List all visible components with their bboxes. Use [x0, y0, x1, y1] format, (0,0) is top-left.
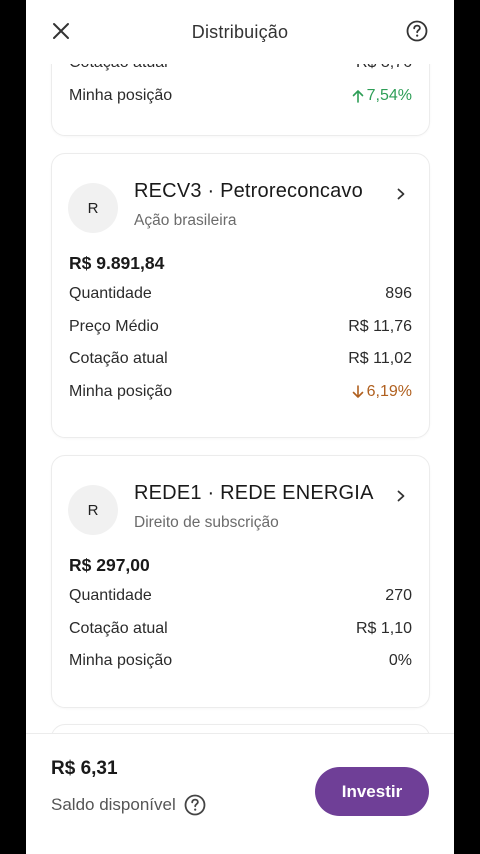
row-label: Minha posição [69, 652, 173, 670]
detail-row: Cotação atual R$ 11,02 [52, 343, 429, 376]
row-value: R$ 11,76 [348, 317, 412, 335]
detail-row: Minha posição 0% [52, 645, 429, 678]
asset-type: Ação brasileira [134, 212, 237, 229]
asset-total: R$ 9.891,84 [69, 253, 165, 273]
balance-label: Saldo disponível [51, 794, 206, 816]
asset-name: REDE1 · REDE ENERGIA [134, 482, 374, 504]
detail-row: Cotação atual R$ 1,10 [52, 613, 429, 646]
asset-type: Direito de subscrição [134, 514, 279, 531]
screen: Cotação atual R$ 8,76 Minha posição 7,54… [26, 0, 454, 854]
asset-header[interactable]: R REDE1 · REDE ENERGIA Direito de subscr… [52, 456, 429, 535]
row-label: Minha posição [69, 382, 173, 400]
detail-row: Minha posição 7,54% [52, 80, 429, 113]
detail-row: Minha posição 6,19% [52, 376, 429, 409]
balance-amount: R$ 6,31 [51, 758, 118, 779]
detail-row: Preço Médio R$ 11,76 [52, 311, 429, 344]
arrow-up-icon [352, 89, 363, 103]
avatar: R [68, 485, 118, 535]
detail-row: Quantidade 896 [52, 278, 429, 311]
position-text: 6,19% [366, 382, 412, 400]
row-value: R$ 1,10 [355, 619, 412, 637]
row-value: R$ 11,02 [348, 350, 412, 368]
row-value: 270 [385, 587, 412, 605]
scroll-content[interactable]: Cotação atual R$ 8,76 Minha posição 7,54… [26, 0, 454, 854]
invest-button[interactable]: Investir [315, 767, 429, 816]
position-text: 7,54% [366, 86, 412, 104]
chevron-right-icon[interactable] [395, 490, 407, 502]
position-value: 6,19% [352, 383, 412, 401]
help-icon[interactable] [406, 20, 428, 42]
detail-row: Quantidade 270 [52, 580, 429, 613]
page-title: Distribuição [191, 21, 289, 42]
close-icon[interactable] [50, 20, 72, 42]
row-value: 896 [385, 285, 412, 303]
asset-card: R RECV3 · Petroreconcavo Ação brasileira… [51, 153, 430, 438]
row-label: Quantidade [69, 587, 152, 605]
avatar: R [68, 183, 118, 233]
position-value: 7,54% [352, 87, 412, 105]
row-label: Preço Médio [69, 317, 159, 335]
row-label: Cotação atual [69, 350, 168, 368]
row-label: Cotação atual [69, 619, 168, 637]
bottom-bar: R$ 6,31 Saldo disponível Investir [26, 733, 454, 854]
arrow-down-icon [352, 384, 363, 398]
help-icon[interactable] [184, 794, 206, 816]
row-label: Quantidade [69, 285, 152, 303]
asset-card: R REDE1 · REDE ENERGIA Direito de subscr… [51, 455, 430, 708]
position-value: 0% [388, 652, 412, 670]
asset-total: R$ 297,00 [69, 555, 150, 575]
asset-name: RECV3 · Petroreconcavo [134, 180, 363, 202]
chevron-right-icon[interactable] [395, 188, 407, 200]
balance-label-text: Saldo disponível [51, 795, 176, 814]
row-label: Minha posição [69, 86, 173, 104]
asset-header[interactable]: R RECV3 · Petroreconcavo Ação brasileira [52, 154, 429, 233]
top-bar: Distribuição [26, 0, 454, 64]
